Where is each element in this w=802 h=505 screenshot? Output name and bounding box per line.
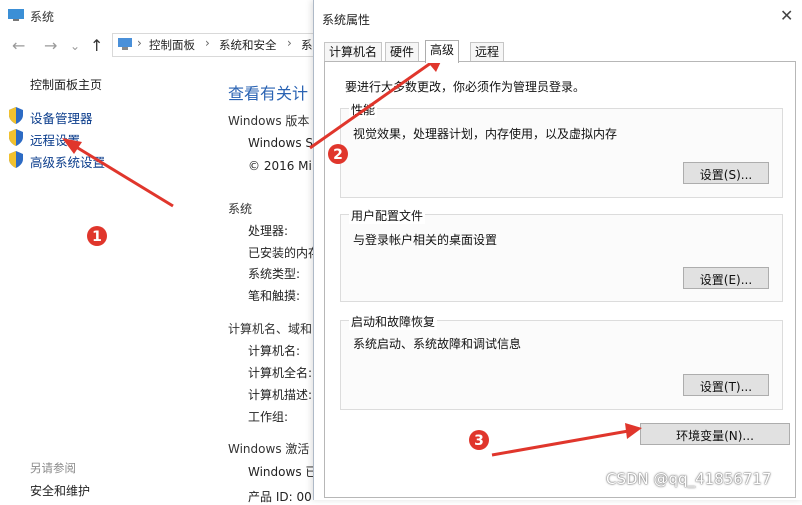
- group-title: 性能: [349, 101, 378, 118]
- breadcrumb-separator-icon: ›: [137, 36, 142, 50]
- tab-hardware[interactable]: 硬件: [385, 42, 420, 61]
- shield-icon: [9, 129, 23, 146]
- user-profiles-settings-button[interactable]: 设置(E)...: [683, 267, 769, 289]
- advanced-system-settings-link[interactable]: 高级系统设置: [30, 152, 105, 171]
- computer-row-label: 计算机描述:: [248, 388, 313, 402]
- tab-remote[interactable]: 远程: [470, 42, 505, 61]
- group-description: 与登录帐户相关的桌面设置: [353, 233, 498, 247]
- recent-dropdown-icon[interactable]: ⌄: [70, 39, 80, 53]
- remote-settings-link[interactable]: 远程设置: [30, 130, 80, 149]
- device-manager-link[interactable]: 设备管理器: [30, 108, 93, 127]
- computer-name-section-heading: 计算机名、域和: [228, 322, 313, 336]
- system-row-label: 处理器:: [248, 224, 289, 238]
- breadcrumb-separator-icon: ›: [205, 36, 210, 50]
- tab-bar: 计算机名 硬件 高级 远程: [324, 40, 794, 63]
- page-title: 查看有关计: [228, 84, 309, 103]
- computer-row-label: 计算机名:: [248, 344, 301, 358]
- window-title: 系统: [30, 10, 55, 24]
- title-bar: 系统: [0, 0, 315, 30]
- forward-arrow-icon[interactable]: →: [44, 36, 57, 55]
- left-nav-panel: 控制面板主页 设备管理器 远程设置 高级系统设置 另请参阅 安全和维护: [0, 56, 210, 500]
- activation-status: Windows 已: [248, 465, 318, 479]
- tab-computer-name[interactable]: 计算机名: [324, 42, 383, 61]
- system-row-label: 系统类型:: [248, 267, 301, 281]
- breadcrumb-separator-icon: ›: [287, 36, 292, 50]
- group-description: 视觉效果，处理器计划，内存使用，以及虚拟内存: [353, 127, 618, 141]
- back-arrow-icon[interactable]: ←: [12, 36, 25, 55]
- admin-note: 要进行大多数更改，你必须作为管理员登录。: [345, 80, 586, 94]
- address-bar[interactable]: › 控制面板 › 系统和安全 › 系: [112, 33, 318, 57]
- user-profiles-group: 用户配置文件 与登录帐户相关的桌面设置 设置(E)...: [340, 207, 783, 302]
- computer-row-label: 工作组:: [248, 410, 289, 424]
- breadcrumb-control-panel[interactable]: 控制面板: [149, 37, 195, 53]
- performance-settings-button[interactable]: 设置(S)...: [683, 162, 769, 184]
- system-properties-dialog: 系统属性 ✕ 计算机名 硬件 高级 远程 要进行大多数更改，你必须作为管理员登录…: [313, 0, 802, 500]
- activation-section-heading: Windows 激活: [228, 442, 310, 456]
- control-panel-home-link[interactable]: 控制面板主页: [30, 76, 102, 93]
- up-arrow-icon[interactable]: ↑: [90, 36, 103, 55]
- startup-recovery-settings-button[interactable]: 设置(T)...: [683, 374, 769, 396]
- system-row-label: 已安装的内存: [248, 246, 321, 260]
- close-icon[interactable]: ✕: [780, 6, 793, 25]
- system-row-label: 笔和触摸:: [248, 289, 301, 303]
- breadcrumb-system[interactable]: 系: [301, 37, 313, 53]
- control-panel-icon: [118, 38, 132, 50]
- csdn-watermark: CSDN @qq_41856717: [606, 470, 772, 488]
- environment-variables-button[interactable]: 环境变量(N)...: [640, 423, 790, 445]
- group-title: 用户配置文件: [349, 207, 426, 224]
- windows-edition-value: Windows S: [248, 136, 313, 150]
- see-also-heading: 另请参阅: [30, 461, 76, 475]
- group-title: 启动和故障恢复: [349, 313, 438, 330]
- system-icon: [8, 9, 24, 21]
- tab-advanced[interactable]: 高级: [425, 40, 460, 63]
- group-description: 系统启动、系统故障和调试信息: [353, 337, 522, 351]
- system-section-heading: 系统: [228, 202, 253, 216]
- copyright-text: © 2016 Mi: [248, 159, 312, 173]
- shield-icon: [9, 107, 23, 124]
- breadcrumb-system-security[interactable]: 系统和安全: [219, 37, 277, 53]
- product-id: 产品 ID: 00: [248, 490, 312, 504]
- computer-row-label: 计算机全名:: [248, 366, 313, 380]
- startup-recovery-group: 启动和故障恢复 系统启动、系统故障和调试信息 设置(T)...: [340, 313, 783, 410]
- windows-edition-heading: Windows 版本: [228, 114, 310, 128]
- performance-group: 性能 视觉效果，处理器计划，内存使用，以及虚拟内存 设置(S)...: [340, 101, 783, 198]
- shield-icon: [9, 151, 23, 168]
- security-maintenance-link[interactable]: 安全和维护: [30, 482, 90, 499]
- dialog-title: 系统属性: [322, 13, 371, 27]
- advanced-tab-panel: 要进行大多数更改，你必须作为管理员登录。 性能 视觉效果，处理器计划，内存使用，…: [324, 61, 796, 498]
